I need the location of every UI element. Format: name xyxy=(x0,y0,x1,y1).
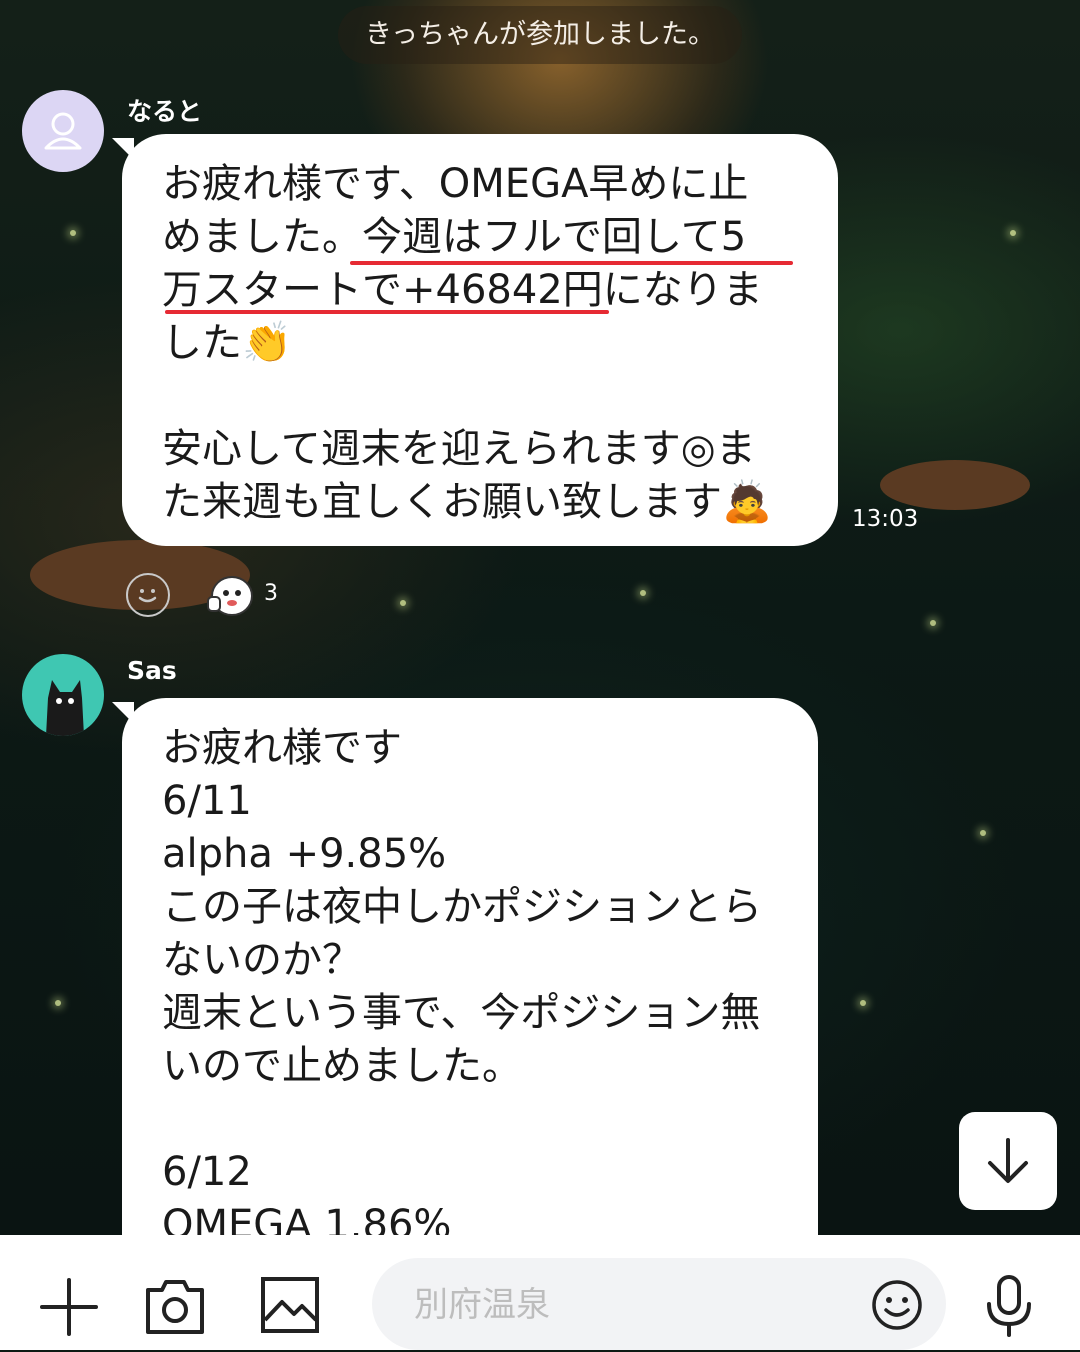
microphone-icon[interactable] xyxy=(984,1274,1034,1338)
message-line: めました。今週はフルで回して5 xyxy=(162,214,747,260)
firefly-decoration xyxy=(640,590,646,596)
firefly-decoration xyxy=(55,1000,61,1006)
message-line: 6/11 xyxy=(162,778,252,824)
message-line: alpha +9.85% xyxy=(162,831,447,877)
message-input-field[interactable] xyxy=(372,1258,946,1352)
message-line-blank xyxy=(162,1093,788,1146)
firefly-decoration xyxy=(1010,230,1016,236)
sender-name: なると xyxy=(127,97,203,126)
image-icon[interactable] xyxy=(260,1276,320,1334)
message-line: お疲れ様です xyxy=(162,725,402,771)
message-line-blank xyxy=(162,370,808,423)
message-line: いので止めました。 xyxy=(162,1043,522,1089)
smiley-add-reaction-icon xyxy=(138,589,157,603)
stump-decoration xyxy=(880,460,1030,510)
message-line: 安心して週末を迎えられます◎ま xyxy=(162,426,756,472)
sender-avatar[interactable] xyxy=(22,90,104,172)
firefly-decoration xyxy=(400,600,406,606)
firefly-decoration xyxy=(930,620,936,626)
message-line: この子は夜中しかポジションとら xyxy=(162,884,762,930)
sender-name: Sas xyxy=(127,656,177,685)
sender-avatar[interactable] xyxy=(22,654,104,736)
scroll-to-bottom-button[interactable] xyxy=(959,1112,1057,1210)
firefly-decoration xyxy=(70,230,76,236)
firefly-decoration xyxy=(980,830,986,836)
system-join-message: きっちゃんが参加しました。 xyxy=(338,6,742,64)
reaction-count: 3 xyxy=(264,581,278,606)
message-line: 週末という事で、今ポジション無 xyxy=(162,990,761,1036)
camera-icon[interactable] xyxy=(144,1276,206,1336)
black-cat-icon xyxy=(46,680,84,736)
highlight-underline xyxy=(165,310,609,314)
sticker-reaction-icon[interactable] xyxy=(204,573,256,619)
firefly-decoration xyxy=(860,1000,866,1006)
message-bubble[interactable]: お疲れ様です 6/11 alpha +9.85% この子は夜中しかポジションとら… xyxy=(122,698,818,1258)
message-line: た来週も宜しくお願い致します🙇 xyxy=(162,479,772,525)
add-reaction-button[interactable] xyxy=(126,573,170,617)
message-time: 13:03 xyxy=(852,506,919,532)
message-line: した👏 xyxy=(162,320,292,366)
emoji-icon[interactable] xyxy=(870,1278,924,1332)
message-bubble[interactable]: お疲れ様です、OMEGA早めに止 めました。今週はフルで回して5 万スタートで+… xyxy=(122,134,838,546)
arrow-down-icon xyxy=(988,1138,1028,1183)
message-line: ないのか？ xyxy=(162,937,362,983)
highlight-underline xyxy=(350,261,793,265)
message-line: お疲れ様です、OMEGA早めに止 xyxy=(162,161,749,207)
plus-icon[interactable] xyxy=(38,1276,100,1338)
message-input[interactable] xyxy=(412,1258,856,1352)
message-line: 6/12 xyxy=(162,1149,252,1195)
person-icon xyxy=(44,112,82,150)
